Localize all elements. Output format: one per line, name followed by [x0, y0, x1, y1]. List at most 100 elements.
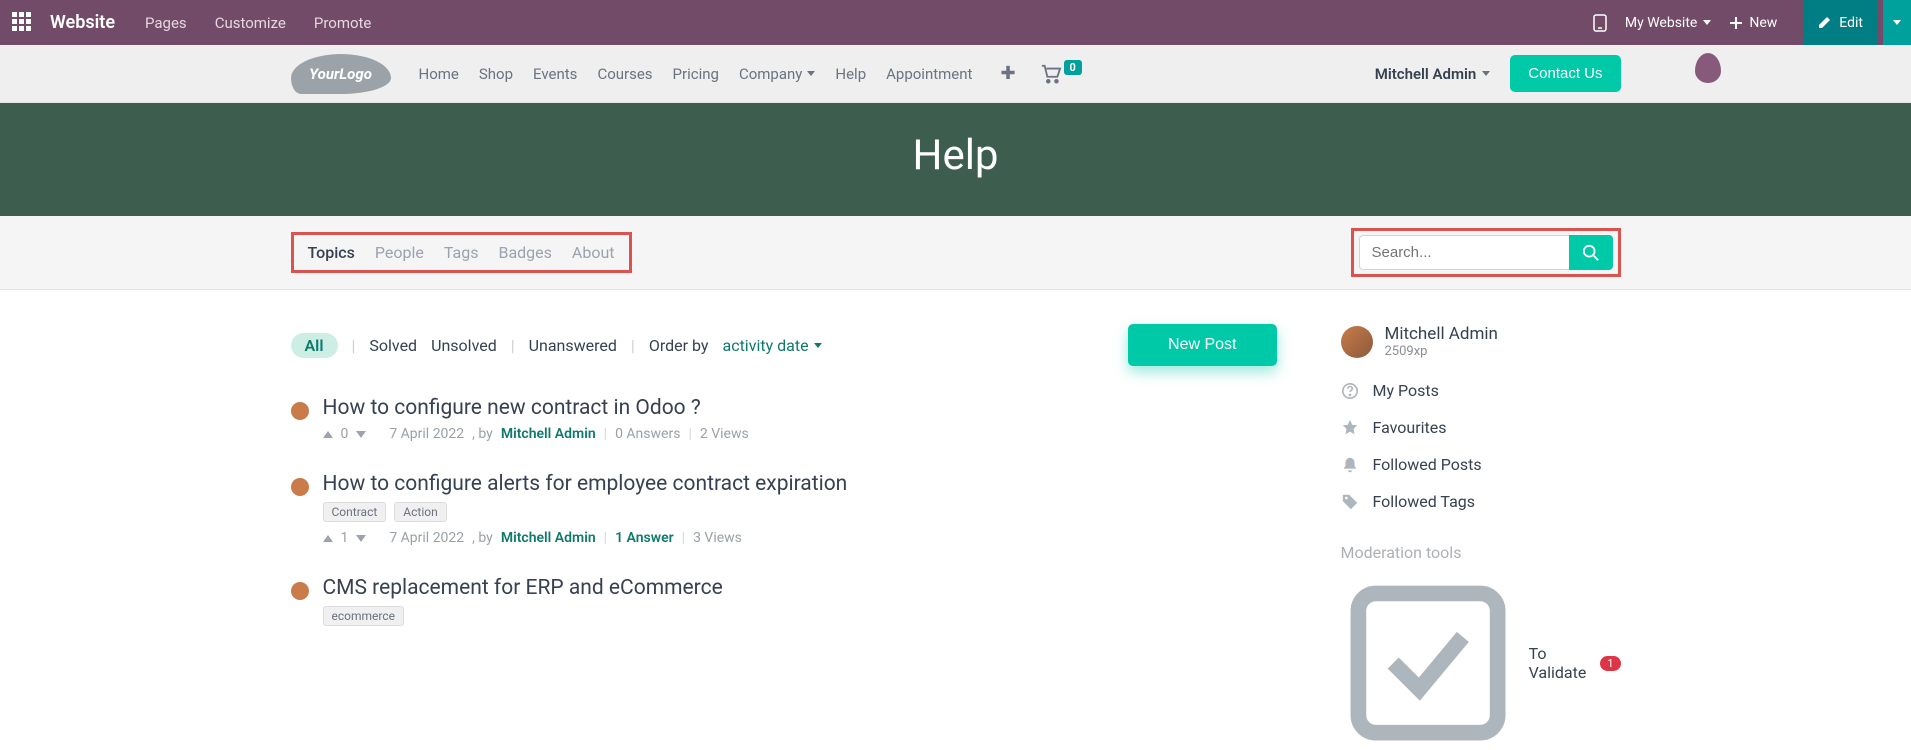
new-post-button[interactable]: New Post — [1128, 324, 1276, 366]
sidebar-my-posts[interactable]: My Posts — [1341, 381, 1621, 400]
search-input[interactable] — [1359, 235, 1569, 270]
topic-item: How to configure new contract in Odoo ? 0… — [291, 396, 1277, 442]
topic-author[interactable]: Mitchell Admin — [501, 426, 596, 442]
nav-pricing[interactable]: Pricing — [673, 65, 719, 83]
nav-courses[interactable]: Courses — [597, 65, 652, 83]
nav-company[interactable]: Company — [739, 65, 815, 83]
edit-button-label: Edit — [1839, 15, 1863, 31]
by-label: , by — [472, 426, 493, 442]
nav-events[interactable]: Events — [533, 65, 577, 83]
site-selector-label: My Website — [1625, 15, 1697, 31]
order-value-label: activity date — [722, 336, 808, 355]
divider: | — [604, 530, 607, 546]
topic-answers[interactable]: 1 Answer — [615, 530, 674, 546]
apps-grid-icon[interactable] — [12, 12, 34, 34]
order-label: Order by — [649, 336, 709, 355]
sidebar-followed-posts[interactable]: Followed Posts — [1341, 455, 1621, 474]
app-brand[interactable]: Website — [50, 12, 115, 33]
divider: | — [688, 426, 691, 442]
filters-row: All | Solved Unsolved | Unanswered | Ord… — [291, 324, 1277, 366]
topic-views: 3 Views — [693, 530, 742, 546]
app-topbar: Website Pages Customize Promote My Websi… — [0, 0, 1911, 45]
site-selector[interactable]: My Website — [1625, 15, 1711, 31]
nav-home[interactable]: Home — [419, 65, 459, 83]
vote-up-icon[interactable] — [323, 431, 333, 438]
sidebar-item-label: Followed Posts — [1373, 455, 1482, 474]
mod-badge: 1 — [1600, 656, 1620, 671]
profile-xp: 2509xp — [1385, 344, 1498, 359]
new-button[interactable]: New — [1729, 15, 1777, 31]
caret-down-icon — [1703, 20, 1711, 25]
nav-help[interactable]: Help — [835, 65, 866, 83]
search-button[interactable] — [1569, 235, 1613, 270]
vote-down-icon[interactable] — [356, 431, 366, 438]
sidebar-favourites[interactable]: Favourites — [1341, 418, 1621, 437]
vote-down-icon[interactable] — [356, 535, 366, 542]
cart-button[interactable]: 0 — [1040, 64, 1082, 84]
divider: | — [631, 336, 635, 355]
sidebar-item-label: My Posts — [1373, 381, 1439, 400]
tags-line: ecommerce — [323, 606, 1277, 626]
odoo-drop-icon — [1695, 53, 1721, 83]
filter-unsolved[interactable]: Unsolved — [431, 336, 497, 355]
page-title: Help — [912, 131, 998, 180]
filter-unanswered[interactable]: Unanswered — [529, 336, 617, 355]
caret-down-icon — [807, 71, 815, 76]
user-dropdown-label: Mitchell Admin — [1375, 65, 1477, 83]
topic-title[interactable]: How to configure alerts for employee con… — [323, 472, 1277, 496]
profile-name: Mitchell Admin — [1385, 324, 1498, 344]
tab-people[interactable]: People — [375, 243, 424, 262]
edit-dropdown-toggle[interactable] — [1883, 0, 1911, 45]
edit-button[interactable]: Edit — [1803, 0, 1877, 45]
site-navbar: YourLogo Home Shop Events Courses Pricin… — [281, 45, 1631, 102]
mobile-preview-icon[interactable] — [1593, 14, 1607, 32]
topic-title[interactable]: CMS replacement for ERP and eCommerce — [323, 576, 1277, 600]
top-menu-pages[interactable]: Pages — [145, 14, 187, 32]
nav-add-page-icon[interactable]: ✚ — [1000, 63, 1015, 84]
top-menu-customize[interactable]: Customize — [215, 14, 286, 32]
caret-down-icon — [1893, 20, 1901, 25]
site-navbar-wrap: YourLogo Home Shop Events Courses Pricin… — [0, 45, 1911, 103]
vote-up-icon[interactable] — [323, 535, 333, 542]
top-menu-promote[interactable]: Promote — [314, 14, 372, 32]
tag[interactable]: Contract — [323, 502, 387, 522]
sidebar-followed-tags[interactable]: Followed Tags — [1341, 492, 1621, 511]
topic-title[interactable]: How to configure new contract in Odoo ? — [323, 396, 1277, 420]
filter-solved[interactable]: Solved — [369, 336, 417, 355]
tag[interactable]: ecommerce — [323, 606, 405, 626]
user-dropdown[interactable]: Mitchell Admin — [1375, 65, 1491, 83]
mod-to-validate[interactable]: To Validate 1 — [1341, 576, 1621, 750]
contact-us-button[interactable]: Contact Us — [1510, 55, 1620, 92]
sidebar-item-label: Followed Tags — [1373, 492, 1476, 511]
nav-appointment[interactable]: Appointment — [886, 65, 972, 83]
avatar — [1341, 326, 1373, 358]
check-square-icon — [1341, 576, 1515, 750]
divider: | — [352, 336, 356, 355]
tag[interactable]: Action — [394, 502, 446, 522]
tab-badges[interactable]: Badges — [498, 243, 551, 262]
tags-line: Contract Action — [323, 502, 1277, 522]
divider: | — [511, 336, 515, 355]
search-icon — [1582, 244, 1600, 262]
topic-answers[interactable]: 0 Answers — [615, 426, 680, 442]
topic-meta: 1 7 April 2022, by Mitchell Admin|1 Answ… — [323, 530, 1277, 546]
order-dropdown[interactable]: activity date — [722, 336, 821, 355]
profile-box[interactable]: Mitchell Admin 2509xp — [1341, 324, 1621, 359]
nav-shop[interactable]: Shop — [479, 65, 513, 83]
forum-search-highlight — [1351, 228, 1621, 277]
tab-about[interactable]: About — [572, 243, 615, 262]
sidebar-links: My Posts Favourites Followed Posts Follo… — [1341, 381, 1621, 511]
topic-author[interactable]: Mitchell Admin — [501, 530, 596, 546]
sidebar-item-label: Favourites — [1373, 418, 1447, 437]
topic-meta: 0 7 April 2022, by Mitchell Admin|0 Answ… — [323, 426, 1277, 442]
tab-topics[interactable]: Topics — [308, 243, 355, 262]
site-logo[interactable]: YourLogo — [291, 54, 391, 94]
top-menu: Pages Customize Promote — [145, 14, 371, 32]
mod-item-label: To Validate — [1529, 644, 1587, 682]
top-right-menu: My Website New Edit — [1593, 0, 1899, 45]
divider: | — [604, 426, 607, 442]
tab-tags[interactable]: Tags — [444, 243, 479, 262]
caret-down-icon — [814, 343, 822, 348]
filter-all[interactable]: All — [291, 333, 338, 358]
forum-tabs-wrap: Topics People Tags Badges About — [0, 216, 1911, 290]
